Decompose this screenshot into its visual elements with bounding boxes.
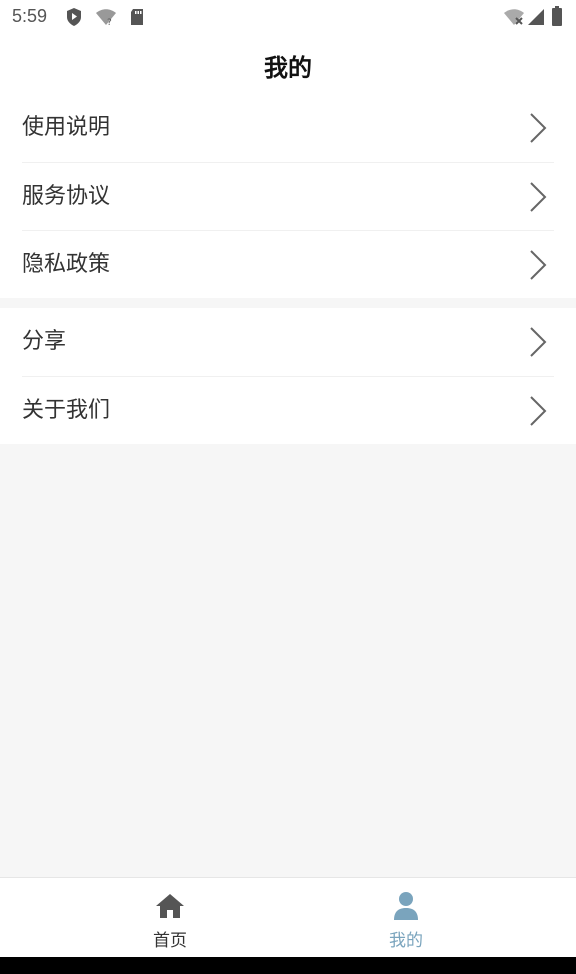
menu-item-share[interactable]: 分享 <box>22 308 554 376</box>
menu-item-privacy-policy[interactable]: 隐私政策 <box>22 230 554 298</box>
menu-item-label: 关于我们 <box>22 398 111 423</box>
tab-label: 我的 <box>389 931 423 951</box>
chevron-right-icon <box>530 182 547 212</box>
shield-icon <box>67 8 81 26</box>
status-bar: 5:59 ? <box>0 0 576 34</box>
menu-item-label: 隐私政策 <box>22 252 111 277</box>
menu-item-about-us[interactable]: 关于我们 <box>22 376 554 444</box>
chevron-right-icon <box>530 327 547 357</box>
signal-icon <box>528 9 544 25</box>
svg-text:?: ? <box>107 18 112 26</box>
home-icon <box>156 894 184 918</box>
tab-bar: 首页 我的 <box>0 877 576 958</box>
tab-label: 首页 <box>153 931 187 951</box>
tab-mine[interactable]: 我的 <box>346 878 466 958</box>
sd-card-icon <box>131 9 143 25</box>
header: 我的 <box>0 34 576 94</box>
menu-item-label: 分享 <box>22 329 67 354</box>
status-time: 5:59 <box>12 6 48 26</box>
wifi-off-icon <box>504 9 524 25</box>
wifi-unknown-icon: ? <box>96 9 116 26</box>
menu-group-social: 分享 关于我们 <box>0 308 576 444</box>
chevron-right-icon <box>530 113 547 143</box>
user-icon <box>394 892 418 920</box>
menu-item-label: 使用说明 <box>22 115 111 140</box>
battery-icon <box>552 6 562 26</box>
tab-home[interactable]: 首页 <box>110 878 230 958</box>
page-title: 我的 <box>264 54 312 82</box>
menu-item-service-agreement[interactable]: 服务协议 <box>22 162 554 230</box>
system-nav-bar <box>0 957 576 974</box>
chevron-right-icon <box>530 250 547 280</box>
menu-group-info: 使用说明 服务协议 隐私政策 <box>0 94 576 298</box>
chevron-right-icon <box>530 396 547 426</box>
menu-item-label: 服务协议 <box>22 184 111 209</box>
menu-item-instructions[interactable]: 使用说明 <box>22 94 554 162</box>
